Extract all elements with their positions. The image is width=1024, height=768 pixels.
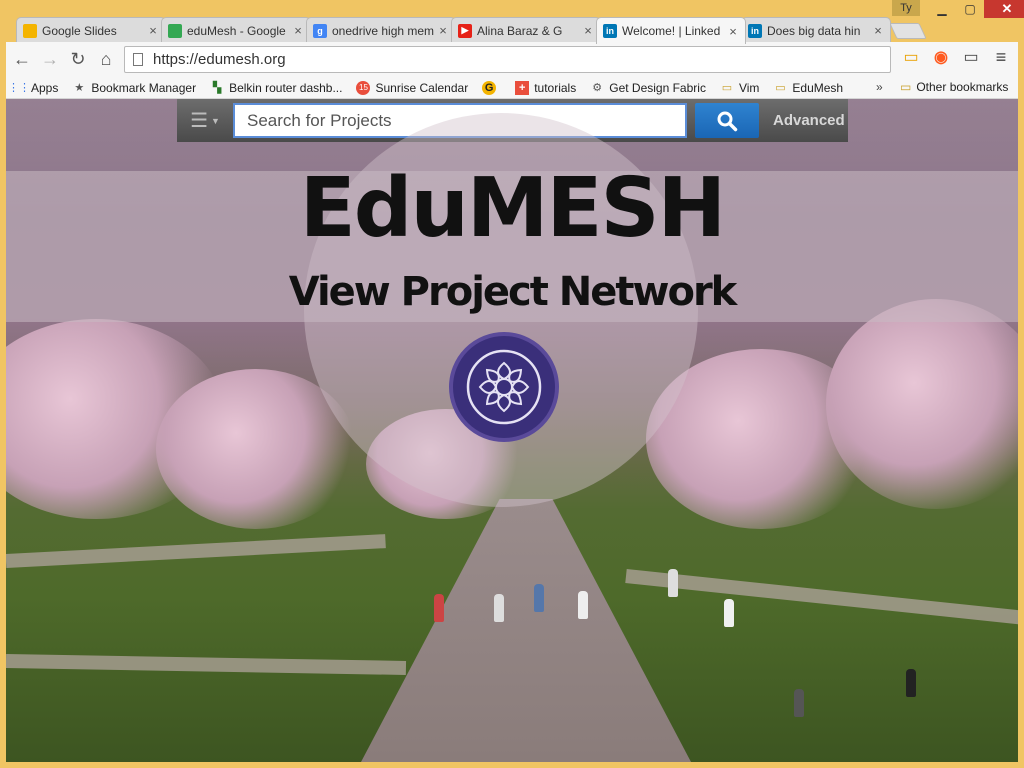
search-button[interactable] [695,103,759,138]
close-icon[interactable]: × [582,23,594,38]
person [434,594,444,622]
browser-window: Google Slides × eduMesh - Google × g one… [0,0,1024,768]
bookmark-label: Bookmark Manager [91,80,197,95]
page-content: ☰▼ Advanced EduMESH View Project Network [6,99,1018,762]
g-icon: G [482,80,497,95]
rose-emblem-icon [466,349,542,425]
bookmark-sunrise[interactable]: 15 Sunrise Calendar [356,80,469,95]
google-search-icon: g [313,23,327,38]
bookmarks-overflow[interactable]: » [876,80,883,94]
address-bar[interactable]: https://edumesh.org [124,46,891,73]
browser-toolbar: ← → ↻ ⌂ https://edumesh.org ▭ ◉ ▭ ≡ [6,42,1018,77]
reload-icon[interactable]: ↻ [64,46,92,74]
close-icon[interactable]: × [147,23,159,38]
bookmark-manager[interactable]: ★ Bookmark Manager [72,81,196,95]
lawn-path [6,534,386,568]
bookmark-apps[interactable]: ⋮⋮ Apps [8,80,59,95]
plus-icon: + [515,80,530,95]
person [534,584,544,612]
folder-icon: ▭ [775,82,786,94]
lawn-path [6,654,407,675]
search-icon [717,111,738,131]
brave-extension-icon[interactable]: ◉ [930,46,952,68]
user-badge[interactable]: Ty [892,0,920,16]
tab-label: onedrive high mem [332,23,434,38]
bookmark-label: Belkin router dashb... [229,80,343,95]
hero-subtitle-link[interactable]: View Project Network [6,269,1018,315]
lawn-path [625,569,1018,625]
close-icon[interactable]: × [727,24,739,39]
minimize-icon[interactable]: ▁ [928,0,956,18]
advanced-search-link[interactable]: Advanced [773,112,845,129]
home-icon[interactable]: ⌂ [92,46,120,74]
bookmark-label: Vim [738,80,760,95]
bookmark-vim[interactable]: ▭ Vim [720,80,760,95]
slides-icon [23,23,37,38]
menu-icon[interactable]: ≡ [990,46,1012,68]
cast-icon[interactable]: ▭ [960,46,982,68]
bookmark-label: Apps [31,80,59,95]
linkedin-icon: in [748,23,762,38]
bookmark-label: EduMesh [792,80,844,95]
tab-label: eduMesh - Google [187,23,286,38]
folder-icon: ▭ [900,80,912,94]
bookmark-edumesh[interactable]: ▭ EduMesh [773,81,843,95]
linkedin-icon: in [603,24,617,38]
star-icon: ★ [74,82,85,94]
folder-extension-icon[interactable]: ▭ [900,46,922,68]
bookmark-label: Get Design Fabric [609,80,706,95]
tab-strip: Google Slides × eduMesh - Google × g one… [0,0,1024,44]
bookmark-label: Other bookmarks [916,80,1009,94]
folder-icon: ▭ [721,82,733,94]
close-icon[interactable]: × [437,23,449,38]
bookmark-belkin[interactable]: ▚ Belkin router dashb... [210,80,343,95]
caret-down-icon: ▼ [211,115,220,126]
bookmark-tutorials[interactable]: + tutorials [515,80,577,95]
tab-alina-baraz[interactable]: ▶ Alina Baraz & G × [451,17,601,43]
forward-arrow-icon[interactable]: → [36,46,64,74]
bookmarks-bar: ⋮⋮ Apps ★ Bookmark Manager ▚ Belkin rout… [6,77,1018,99]
person [794,689,804,717]
hamburger-icon: ☰ [190,110,208,132]
person [724,599,734,627]
close-icon[interactable]: × [292,23,304,38]
router-icon: ▚ [212,82,222,94]
tab-label: Welcome! | Linked [622,24,721,38]
page-icon [133,53,143,66]
person [668,569,678,597]
bookmark-label: tutorials [534,80,577,95]
apps-grid-icon: ⋮⋮ [8,82,30,94]
tab-label: Does big data hin [767,23,861,38]
site-title: EduMESH [299,161,726,256]
close-window-icon[interactable]: ✕ [984,0,1024,18]
tab-onedrive[interactable]: g onedrive high mem × [306,17,456,43]
calendar-icon: 15 [356,80,371,95]
back-arrow-icon[interactable]: ← [8,46,36,74]
youtube-icon: ▶ [458,23,472,38]
drive-icon [168,23,182,38]
tab-google-slides[interactable]: Google Slides × [16,17,166,43]
close-icon[interactable]: × [872,23,884,38]
new-tab-button[interactable] [889,23,927,39]
url-text: https://edumesh.org [153,51,286,68]
extensions-area: ▭ ◉ ▭ ≡ [900,46,1012,68]
tab-big-data[interactable]: in Does big data hin × [741,17,891,43]
tab-linkedin-welcome[interactable]: in Welcome! | Linked × [596,17,746,44]
tab-label: Google Slides [42,23,117,38]
edumesh-logo[interactable] [449,332,559,442]
bookmark-label: Sunrise Calendar [375,80,469,95]
maximize-icon[interactable]: ▢ [956,0,984,18]
person [906,669,916,697]
gear-icon: ⚙ [592,82,603,94]
person [494,594,504,622]
hamburger-menu-button[interactable]: ☰ ▼ [177,99,233,142]
bookmark-g[interactable]: G [482,80,501,95]
window-controls: ▁ ▢ ✕ [928,0,1024,18]
walkway [361,499,691,762]
other-bookmarks[interactable]: ▭ Other bookmarks [900,80,1008,94]
tab-edumesh-google[interactable]: eduMesh - Google × [161,17,311,43]
tab-label: Alina Baraz & G [477,23,563,38]
person [578,591,588,619]
bookmark-design-fabric[interactable]: ⚙ Get Design Fabric [590,81,706,95]
